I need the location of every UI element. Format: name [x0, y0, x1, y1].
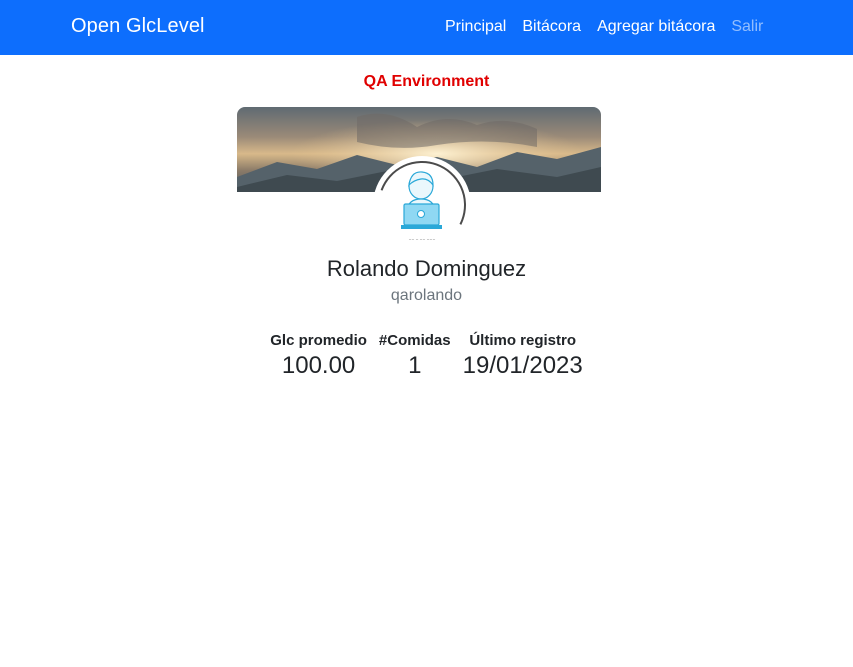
stat-comidas: #Comidas 1: [379, 332, 451, 380]
avatar: ~~ ~ ~~ ~~~: [375, 158, 469, 252]
brand-link[interactable]: Open GlcLevel: [71, 15, 205, 38]
nav-link-principal[interactable]: Principal: [445, 18, 506, 36]
svg-text:~~ ~ ~~ ~~~: ~~ ~ ~~ ~~~: [409, 238, 436, 242]
user-laptop-icon: ~~ ~ ~~ ~~~: [378, 161, 466, 249]
stat-value: 1: [408, 352, 422, 379]
nav-link-salir[interactable]: Salir: [731, 18, 763, 36]
stat-glc-promedio: Glc promedio 100.00: [270, 332, 367, 380]
top-navbar: Open GlcLevel Principal Bitácora Agregar…: [0, 0, 853, 55]
stat-value: 100.00: [281, 352, 356, 379]
stats-row: Glc promedio 100.00 #Comidas 1 Último re…: [0, 332, 853, 380]
profile-card: ~~ ~ ~~ ~~~: [237, 107, 601, 252]
profile-name: Rolando Dominguez: [326, 256, 527, 281]
stat-label: #Comidas: [378, 332, 451, 349]
nav-links: Principal Bitácora Agregar bitácora Sali…: [445, 18, 763, 36]
environment-label: QA Environment: [363, 73, 490, 90]
stat-ultimo-registro: Último registro 19/01/2023: [463, 332, 583, 380]
stat-label: Glc promedio: [270, 332, 367, 349]
stat-label: Último registro: [469, 332, 577, 349]
stat-value: 19/01/2023: [462, 352, 583, 379]
profile-username: qarolando: [390, 287, 463, 304]
nav-link-bitacora[interactable]: Bitácora: [522, 18, 581, 36]
nav-link-agregar-bitacora[interactable]: Agregar bitácora: [597, 18, 715, 36]
